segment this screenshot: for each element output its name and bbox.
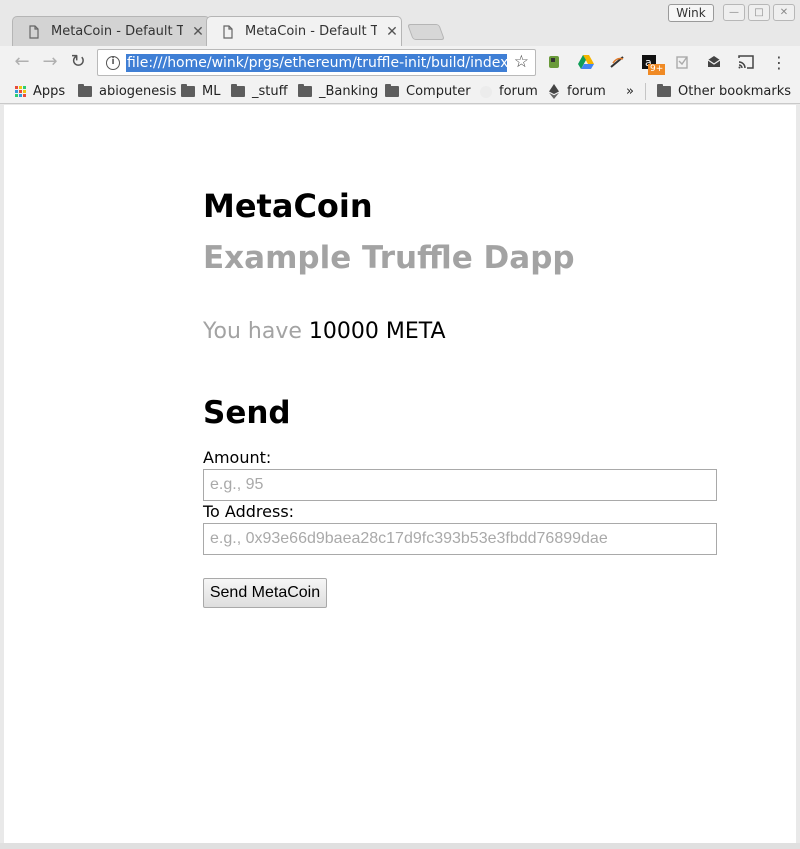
- balance-prefix: You have: [203, 319, 309, 344]
- bookmark-label: forum: [499, 84, 538, 99]
- info-icon[interactable]: i: [106, 56, 120, 70]
- page-icon: [223, 24, 233, 39]
- to-address-input[interactable]: [203, 523, 717, 555]
- close-tab-icon[interactable]: ✕: [385, 24, 399, 40]
- page-subtitle: Example Truffle Dapp: [203, 240, 575, 276]
- bookmark-label: Computer: [406, 84, 471, 99]
- balance-value: 10000: [308, 319, 379, 344]
- bookmark-other-bookmarks[interactable]: Other bookmarks: [657, 82, 791, 101]
- forward-button[interactable]: →: [40, 52, 60, 72]
- balance-line: You have 10000 META: [203, 319, 446, 344]
- bookmark-label: Other bookmarks: [678, 84, 792, 99]
- browser-toolbar: ← → ↻ i file:///home/wink/prgs/ethereum/…: [0, 46, 800, 79]
- extension-badge: 9+: [648, 64, 666, 75]
- mail-icon[interactable]: [705, 54, 723, 72]
- bookmark-forum-1[interactable]: forum: [480, 82, 538, 101]
- extension-pen-icon[interactable]: [609, 54, 627, 72]
- amazon-extension-icon[interactable]: a 9+: [641, 54, 666, 75]
- bookmark-computer[interactable]: Computer: [385, 82, 471, 101]
- tab-metacoin-2[interactable]: MetaCoin - Default Tru ✕: [206, 16, 402, 46]
- bookmark-apps[interactable]: Apps: [15, 82, 65, 101]
- window-user-label: Wink: [668, 4, 714, 22]
- window-bottom-border: [0, 843, 800, 849]
- bookmarks-overflow-chevron[interactable]: »: [626, 82, 634, 101]
- bookmark-ml[interactable]: ML: [181, 82, 220, 101]
- page-viewport: MetaCoin Example Truffle Dapp You have 1…: [4, 105, 796, 843]
- folder-icon: [231, 84, 245, 97]
- send-metacoin-button[interactable]: Send MetaCoin: [203, 578, 327, 608]
- google-drive-icon[interactable]: [577, 54, 595, 72]
- bookmark-forum-2[interactable]: forum: [549, 82, 606, 101]
- folder-icon: [298, 84, 312, 97]
- page-title: MetaCoin: [203, 187, 373, 225]
- minimize-button[interactable]: —: [723, 4, 745, 21]
- close-tab-icon[interactable]: ✕: [191, 24, 205, 40]
- balance-unit: META: [385, 319, 446, 344]
- back-button[interactable]: ←: [12, 52, 32, 72]
- folder-icon: [78, 84, 92, 97]
- tab-title: MetaCoin - Default Tru: [245, 24, 377, 39]
- tab-title: MetaCoin - Default Tru: [51, 24, 183, 39]
- cast-icon[interactable]: [737, 54, 755, 72]
- bookmark-label: abiogenesis: [99, 84, 177, 99]
- address-bar[interactable]: i file:///home/wink/prgs/ethereum/truffl…: [97, 49, 536, 76]
- bookmark-abiogenesis[interactable]: abiogenesis: [78, 82, 176, 101]
- bookmark-label: ML: [202, 84, 221, 99]
- apps-grid-icon: [15, 86, 26, 97]
- close-window-button[interactable]: ✕: [773, 4, 795, 21]
- bookmarks-bar: Apps abiogenesis ML _stuff _Banking Comp…: [0, 79, 800, 104]
- bookmark-label: _stuff: [252, 84, 288, 99]
- folder-icon: [181, 84, 195, 97]
- browser-titlebar: MetaCoin - Default Tru ✕ MetaCoin - Defa…: [0, 0, 800, 46]
- extension-clip-icon[interactable]: [673, 54, 691, 72]
- bookmark-label: Apps: [33, 84, 66, 99]
- bookmarks-divider: [645, 83, 646, 100]
- amount-label: Amount:: [203, 448, 272, 467]
- extension-evernote-icon[interactable]: [545, 54, 563, 72]
- bookmark-label: forum: [567, 84, 606, 99]
- tab-metacoin-1[interactable]: MetaCoin - Default Tru ✕: [12, 16, 210, 46]
- globe-icon: [480, 85, 492, 98]
- send-heading: Send: [203, 395, 291, 431]
- page-icon: [29, 24, 39, 39]
- bookmark-stuff[interactable]: _stuff: [231, 82, 288, 101]
- new-tab-button[interactable]: [407, 24, 445, 40]
- folder-icon: [657, 84, 671, 97]
- folder-icon: [385, 84, 399, 97]
- bookmark-label: _Banking: [319, 84, 379, 99]
- maximize-button[interactable]: □: [748, 4, 770, 21]
- bookmark-star-icon[interactable]: ☆: [514, 52, 529, 72]
- ethereum-icon: [549, 84, 559, 99]
- url-text[interactable]: file:///home/wink/prgs/ethereum/truffle-…: [126, 54, 507, 72]
- bookmark-banking[interactable]: _Banking: [298, 82, 378, 101]
- to-address-label: To Address:: [203, 502, 295, 521]
- reload-button[interactable]: ↻: [68, 52, 88, 72]
- menu-kebab-icon[interactable]: ⋮: [770, 54, 788, 72]
- amount-input[interactable]: [203, 469, 717, 501]
